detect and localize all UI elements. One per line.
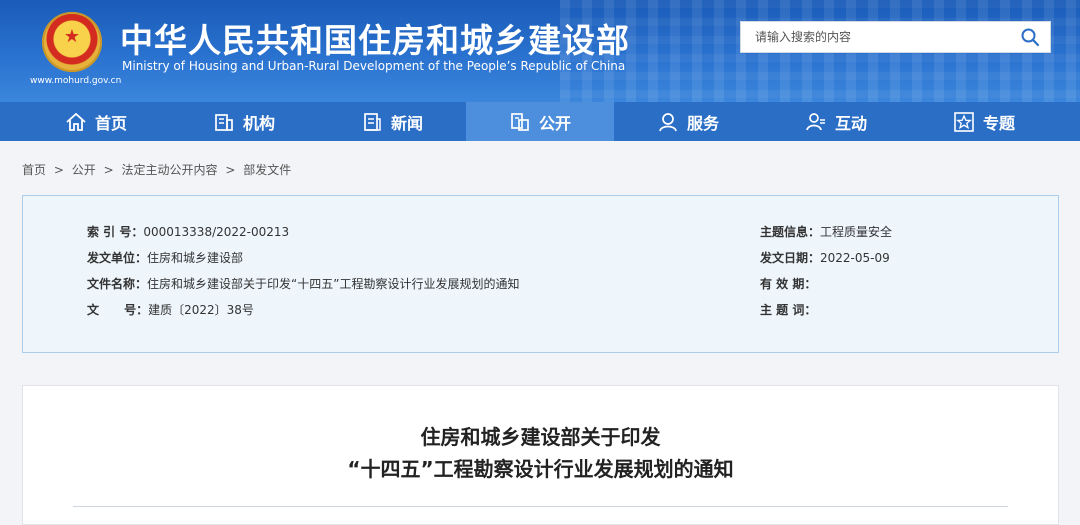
nav-item-topics[interactable]: 专题 bbox=[910, 102, 1058, 141]
breadcrumb-home[interactable]: 首页 bbox=[22, 163, 46, 177]
nav-item-disclosure[interactable]: 公开 bbox=[466, 102, 614, 141]
info-label: 文件名称： bbox=[87, 277, 148, 291]
topic-star-icon bbox=[954, 111, 974, 132]
info-right-column: 主题信息：工程质量安全 发文日期：2022-05-09 有 效 期： 主 题 词… bbox=[760, 223, 892, 327]
main-nav: 首页 机构 新闻 公开 服务 互动 专题 bbox=[0, 102, 1080, 141]
nav-item-label: 新闻 bbox=[390, 113, 423, 133]
nav-item-news[interactable]: 新闻 bbox=[318, 102, 466, 141]
service-icon bbox=[659, 112, 677, 131]
home-icon bbox=[66, 112, 86, 131]
info-label: 有 效 期： bbox=[760, 277, 817, 291]
info-value: 000013338/2022-00213 bbox=[143, 225, 290, 239]
search-input[interactable] bbox=[741, 22, 1011, 52]
breadcrumb: 首页 > 公开 > 法定主动公开内容 > 部发文件 bbox=[0, 141, 1080, 195]
nav-item-label: 公开 bbox=[538, 113, 571, 133]
info-value: 工程质量安全 bbox=[820, 225, 893, 239]
interaction-icon bbox=[806, 112, 825, 130]
info-value: 2022-05-09 bbox=[820, 251, 890, 265]
nav-item-label: 专题 bbox=[982, 113, 1015, 133]
document-title-line2: “十四五”工程勘察设计行业发展规划的通知 bbox=[347, 457, 734, 481]
info-docno: 文 号：建质〔2022〕38号 bbox=[87, 301, 519, 327]
building-icon bbox=[215, 113, 233, 131]
document-content: 住房和城乡建设部关于印发 “十四五”工程勘察设计行业发展规划的通知 bbox=[22, 385, 1059, 525]
info-keywords: 主 题 词： bbox=[760, 301, 892, 327]
info-label: 主 题 词： bbox=[760, 303, 817, 317]
site-url: www.mohurd.gov.cn bbox=[30, 76, 122, 86]
info-issuer: 发文单位：住房和城乡建设部 bbox=[87, 249, 519, 275]
breadcrumb-statutory-content[interactable]: 法定主动公开内容 bbox=[121, 163, 217, 177]
info-validity: 有 效 期： bbox=[760, 275, 892, 301]
national-emblem-logo[interactable] bbox=[42, 12, 102, 72]
info-topic: 主题信息：工程质量安全 bbox=[760, 223, 892, 249]
site-title[interactable]: 中华人民共和国住房和城乡建设部 bbox=[120, 14, 630, 62]
search-icon[interactable] bbox=[1020, 27, 1040, 47]
info-value: 建质〔2022〕38号 bbox=[148, 303, 254, 317]
nav-item-interaction[interactable]: 互动 bbox=[762, 102, 910, 141]
breadcrumb-separator: > bbox=[53, 163, 64, 177]
nav-item-label: 机构 bbox=[242, 113, 275, 133]
nav-item-label: 首页 bbox=[94, 113, 127, 133]
news-icon bbox=[364, 112, 381, 131]
document-info-panel: 索 引 号：000013338/2022-00213 发文单位：住房和城乡建设部… bbox=[22, 195, 1059, 353]
info-docname: 文件名称：住房和城乡建设部关于印发“十四五”工程勘察设计行业发展规划的通知 bbox=[87, 275, 519, 301]
info-label: 发文日期： bbox=[760, 251, 821, 265]
title-divider bbox=[73, 506, 1008, 507]
disclosure-icon bbox=[511, 112, 529, 131]
site-header: www.mohurd.gov.cn 中华人民共和国住房和城乡建设部 Minist… bbox=[0, 0, 1080, 102]
breadcrumb-separator: > bbox=[225, 163, 236, 177]
info-value: 住房和城乡建设部 bbox=[147, 251, 244, 265]
site-subtitle: Ministry of Housing and Urban-Rural Deve… bbox=[122, 59, 626, 73]
nav-item-home[interactable]: 首页 bbox=[22, 102, 170, 141]
nav-item-label: 互动 bbox=[834, 113, 867, 133]
info-label: 文 号： bbox=[87, 303, 149, 317]
search-box bbox=[740, 21, 1051, 53]
info-label: 索 引 号： bbox=[87, 225, 144, 239]
document-title-line1: 住房和城乡建设部关于印发 bbox=[420, 425, 661, 449]
breadcrumb-disclosure[interactable]: 公开 bbox=[72, 163, 96, 177]
info-index: 索 引 号：000013338/2022-00213 bbox=[87, 223, 519, 249]
nav-item-label: 服务 bbox=[686, 113, 719, 133]
nav-item-service[interactable]: 服务 bbox=[614, 102, 762, 141]
info-value: 住房和城乡建设部关于印发“十四五”工程勘察设计行业发展规划的通知 bbox=[147, 277, 520, 291]
breadcrumb-separator: > bbox=[103, 163, 114, 177]
info-label: 发文单位： bbox=[87, 251, 148, 265]
info-left-column: 索 引 号：000013338/2022-00213 发文单位：住房和城乡建设部… bbox=[87, 223, 519, 327]
breadcrumb-ministry-documents[interactable]: 部发文件 bbox=[243, 163, 291, 177]
nav-item-organization[interactable]: 机构 bbox=[170, 102, 318, 141]
info-date: 发文日期：2022-05-09 bbox=[760, 249, 892, 275]
info-label: 主题信息： bbox=[760, 225, 821, 239]
